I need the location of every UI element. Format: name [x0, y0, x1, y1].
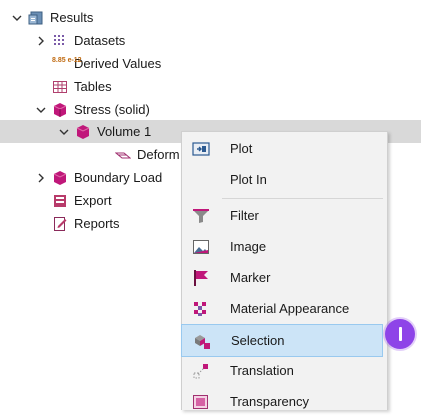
- tree-node-derived-values[interactable]: 8.85 e-12 Derived Values: [52, 52, 161, 75]
- menu-item-marker-label: Marker: [230, 270, 271, 285]
- tree-label-derived-values: Derived Values: [74, 55, 162, 71]
- derived-values-icon: 8.85 e-12: [52, 56, 82, 72]
- menu-item-plot-in[interactable]: Plot In: [182, 164, 380, 195]
- menu-item-filter-label: Filter: [230, 208, 259, 223]
- translation-icon: [192, 362, 210, 380]
- tree-label-volume-1: Volume 1: [97, 123, 152, 139]
- tree-label-datasets: Datasets: [74, 32, 126, 48]
- plot-group-3d-icon: [52, 170, 68, 186]
- table-icon: [52, 79, 68, 95]
- tree-label-results: Results: [50, 9, 94, 25]
- flag-icon: [192, 269, 210, 287]
- menu-item-filter[interactable]: Filter: [182, 200, 380, 231]
- chevron-down-icon[interactable]: [10, 11, 24, 25]
- menu-separator: [222, 198, 383, 199]
- chevron-down-icon[interactable]: [34, 103, 48, 117]
- derived-values-icon-text: 8.85 e-12: [52, 56, 82, 64]
- material-appearance-icon: [192, 300, 210, 318]
- tree-label-boundary-load: Boundary Load: [74, 169, 163, 185]
- results-icon: [28, 10, 44, 26]
- chevron-right-icon[interactable]: [34, 171, 48, 185]
- menu-item-plot-in-label: Plot In: [230, 172, 267, 187]
- tree-label-deformation: Deform: [137, 146, 180, 162]
- tree-label-stress-solid: Stress (solid): [74, 101, 150, 117]
- menu-item-selection[interactable]: Selection: [181, 324, 383, 357]
- tree-node-reports[interactable]: Reports: [52, 212, 120, 235]
- menu-item-transparency[interactable]: Transparency: [182, 386, 380, 417]
- plot-group-3d-icon: [52, 102, 68, 118]
- plot-icon: [192, 140, 210, 158]
- image-icon: [192, 238, 210, 256]
- menu-item-translation-label: Translation: [230, 363, 294, 378]
- tree-node-tables[interactable]: Tables: [52, 75, 112, 98]
- tree-label-export: Export: [74, 192, 112, 208]
- menu-item-image[interactable]: Image: [182, 231, 380, 262]
- menu-item-plot-label: Plot: [230, 141, 253, 156]
- tree-node-deformation[interactable]: Deform: [114, 143, 180, 166]
- datasets-icon: [52, 33, 68, 49]
- menu-item-image-label: Image: [230, 239, 267, 254]
- menu-item-marker[interactable]: Marker: [182, 262, 380, 293]
- reports-icon: [52, 216, 68, 232]
- tree-node-boundary-load[interactable]: Boundary Load: [34, 166, 162, 189]
- menu-item-translation[interactable]: Translation: [182, 355, 380, 386]
- tree-node-datasets[interactable]: Datasets: [34, 29, 125, 52]
- chevron-down-icon[interactable]: [57, 125, 71, 139]
- tree-node-results[interactable]: Results: [10, 6, 93, 29]
- selection-icon: [193, 332, 211, 350]
- filter-icon: [192, 207, 210, 225]
- menu-item-material-appearance[interactable]: Material Appearance: [182, 293, 380, 324]
- tree-node-export[interactable]: Export: [52, 189, 112, 212]
- tree-label-reports: Reports: [74, 215, 120, 231]
- context-menu: Plot Plot In Filter Image Marker Materia…: [181, 131, 388, 410]
- export-icon: [52, 193, 68, 209]
- menu-item-selection-label: Selection: [231, 333, 285, 348]
- tree-node-stress-solid[interactable]: Stress (solid): [34, 98, 150, 121]
- deformation-icon: [114, 147, 132, 163]
- menu-item-transparency-label: Transparency: [230, 394, 309, 409]
- click-indicator: [385, 319, 415, 349]
- volume-plot-icon: [75, 124, 91, 140]
- menu-item-plot[interactable]: Plot: [182, 133, 380, 164]
- tree-label-tables: Tables: [74, 78, 112, 94]
- menu-item-material-appearance-label: Material Appearance: [230, 301, 350, 316]
- transparency-icon: [192, 393, 210, 411]
- chevron-right-icon[interactable]: [34, 34, 48, 48]
